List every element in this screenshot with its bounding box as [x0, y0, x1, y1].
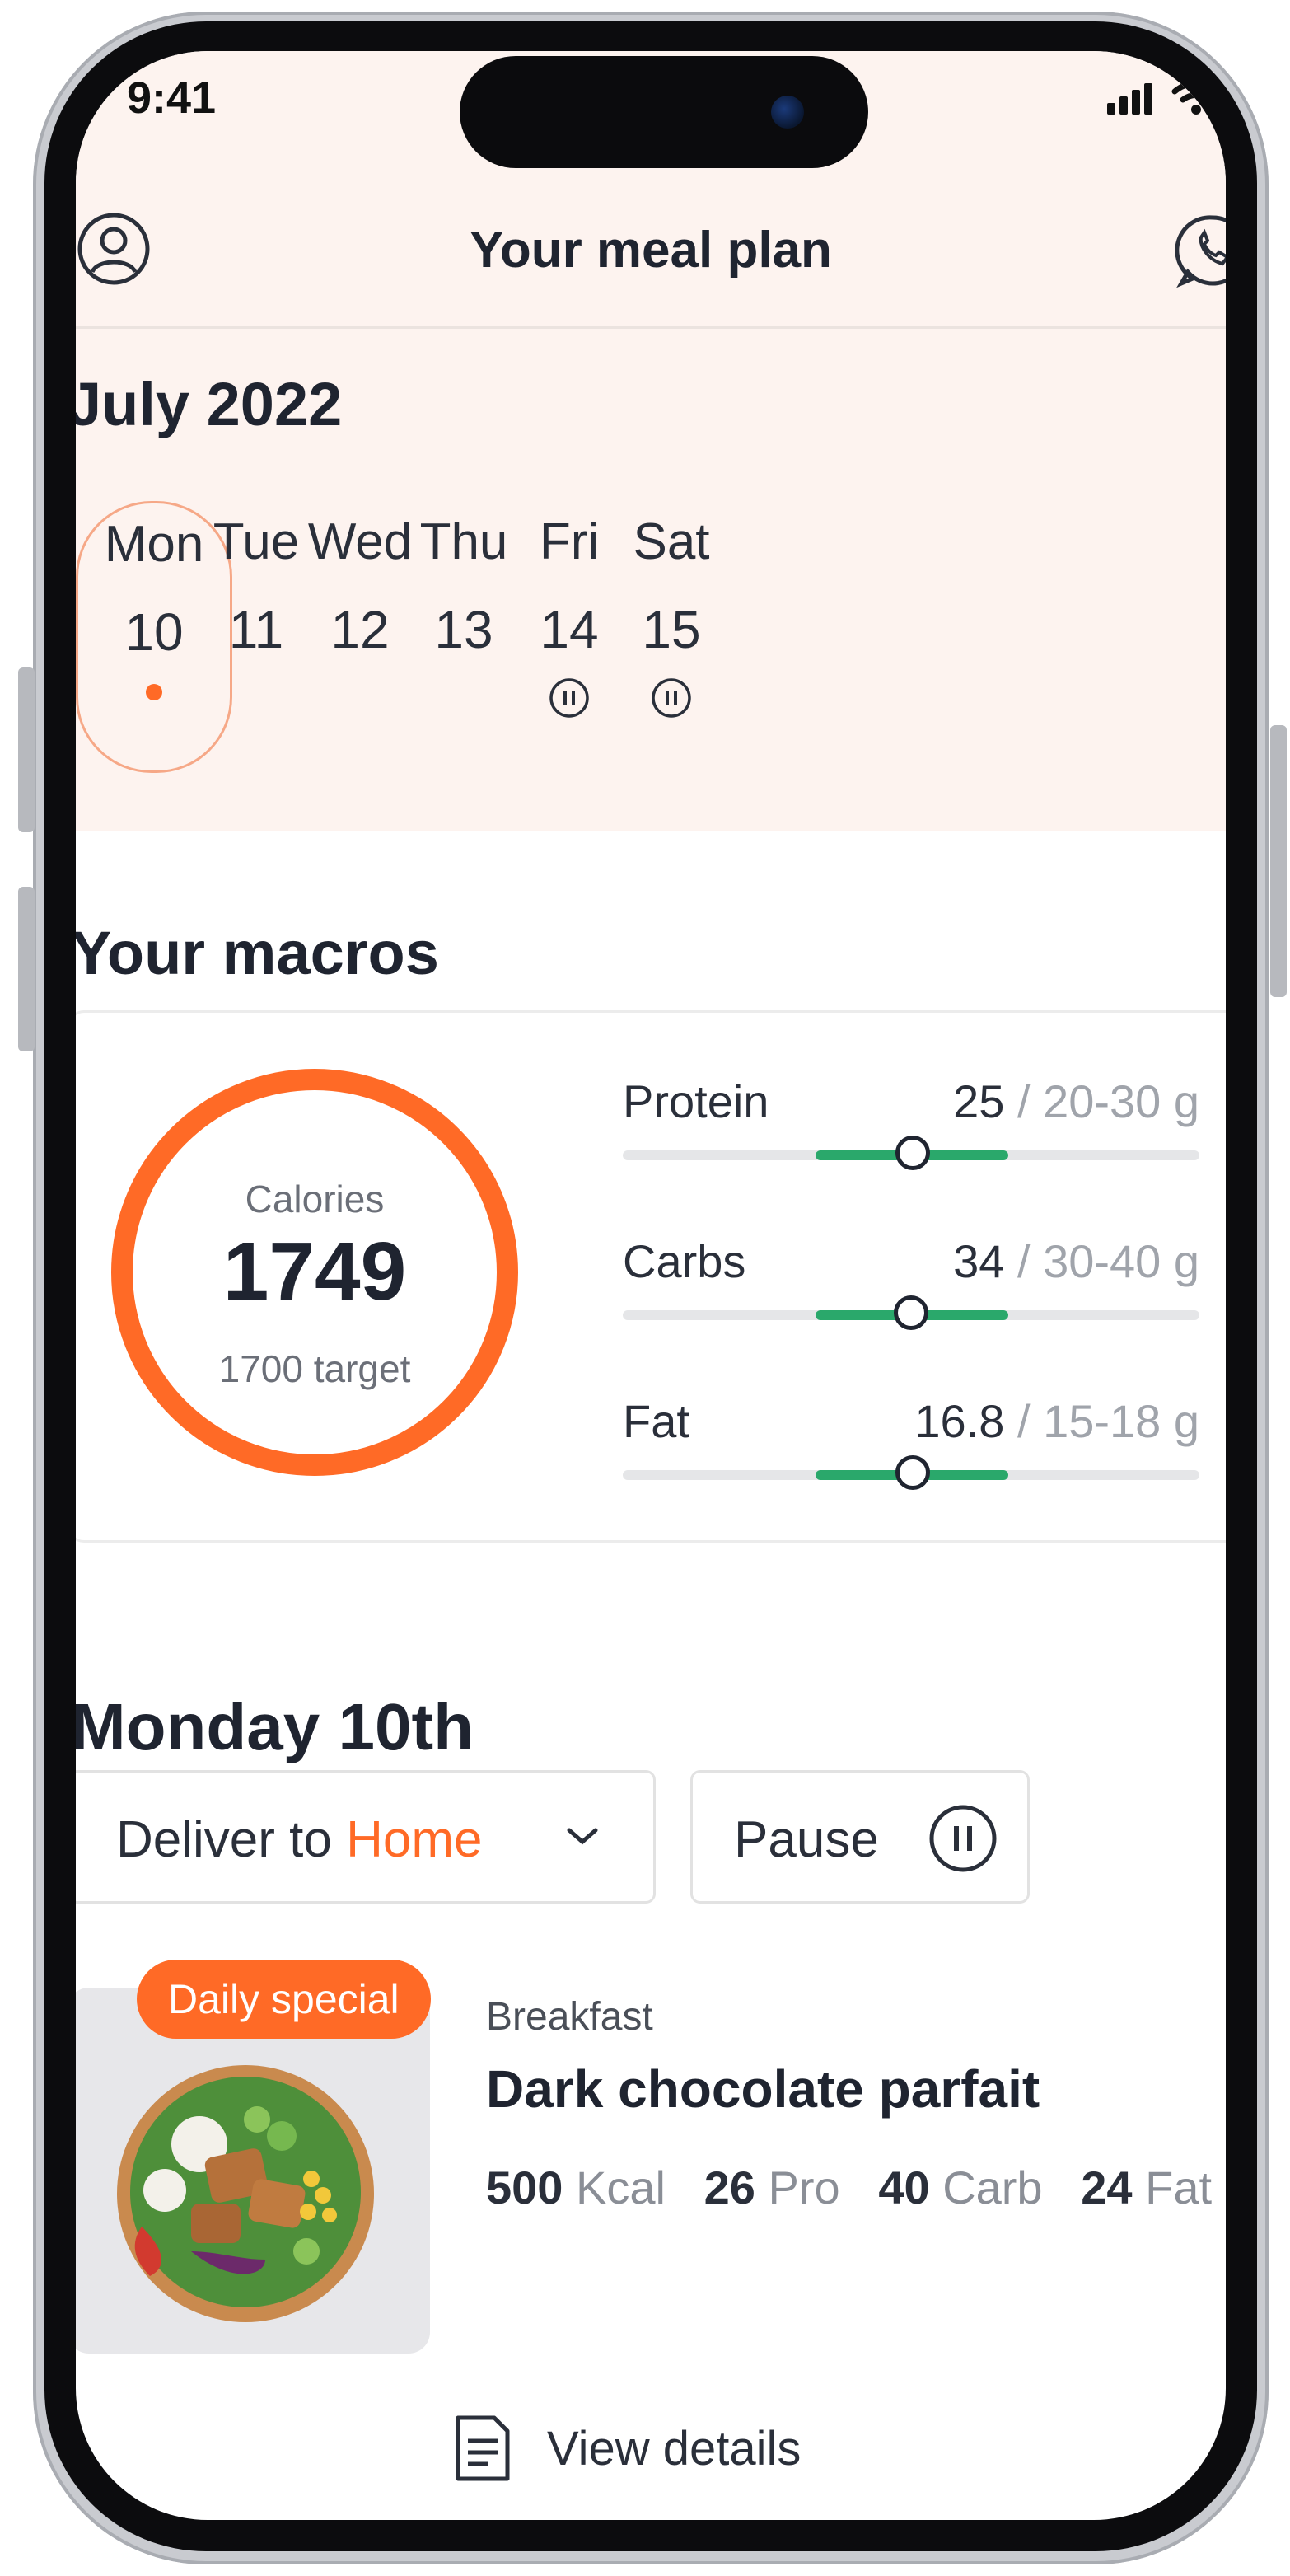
power-button: [1270, 725, 1287, 997]
meal-category: Breakfast: [486, 1995, 653, 2039]
deliver-label: Deliver to Home: [116, 1811, 483, 1868]
calories-target: 1700 target: [218, 1347, 411, 1390]
chevron-down-icon: [567, 1828, 598, 1845]
whatsapp-chat-icon[interactable]: [1175, 213, 1226, 288]
dynamic-island: [460, 56, 868, 168]
document-icon: [456, 2415, 510, 2481]
app-screen: 9:41 Your meal plan July 2022 Mon 10 Tue…: [76, 51, 1226, 2520]
salad-bowl-illustration: [117, 2065, 374, 2322]
side-button-lower: [18, 887, 35, 1051]
macro-value: 34 / 30-40 g: [953, 1235, 1199, 1287]
daily-special-badge: Daily special: [137, 1960, 431, 2039]
macro-name: Carbs: [623, 1235, 746, 1287]
meal-name[interactable]: Dark chocolate parfait: [486, 2058, 1040, 2119]
day-sat[interactable]: Sat 15: [593, 513, 750, 719]
calories-label: Calories: [245, 1178, 385, 1220]
view-details-link[interactable]: View details: [451, 2413, 801, 2484]
paused-day-icon: [652, 678, 691, 718]
deliver-to-dropdown[interactable]: Deliver to Home: [76, 1770, 656, 1904]
selected-dot-icon: [146, 684, 162, 700]
pause-icon: [929, 1805, 997, 1872]
header-divider: [76, 326, 1226, 329]
selected-day-title: Monday 10th: [76, 1690, 474, 1763]
macros-title: Your macros: [76, 919, 439, 987]
macro-knob: [895, 1455, 930, 1490]
view-details-label: View details: [547, 2421, 802, 2475]
day-date: 15: [642, 600, 701, 659]
page-title: Your meal plan: [470, 222, 832, 279]
macro-knob: [895, 1136, 930, 1170]
pause-label: Pause: [734, 1811, 879, 1868]
cellular-signal-icon: [1107, 82, 1157, 115]
wifi-icon: [1171, 80, 1221, 115]
macro-name: Fat: [623, 1395, 689, 1447]
meal-macros: 500 Kcal 26 Pro 40 Carb 24 Fat: [486, 2161, 1213, 2213]
status-icons: [1107, 77, 1221, 119]
day-name: Sat: [633, 513, 710, 570]
side-button-upper: [18, 667, 35, 832]
meal-image[interactable]: [76, 1988, 430, 2354]
macro-name: Protein: [623, 1075, 769, 1127]
status-time: 9:41: [127, 73, 217, 123]
month-label: July 2022: [76, 370, 343, 438]
macro-knob: [894, 1295, 928, 1330]
calories-value: 1749: [222, 1225, 407, 1318]
paused-day-icon: [549, 678, 589, 718]
pause-button[interactable]: Pause: [690, 1770, 1030, 1904]
camera-icon: [771, 96, 804, 129]
macro-value: 16.8 / 15-18 g: [914, 1395, 1199, 1447]
macro-value: 25 / 20-30 g: [953, 1075, 1199, 1127]
